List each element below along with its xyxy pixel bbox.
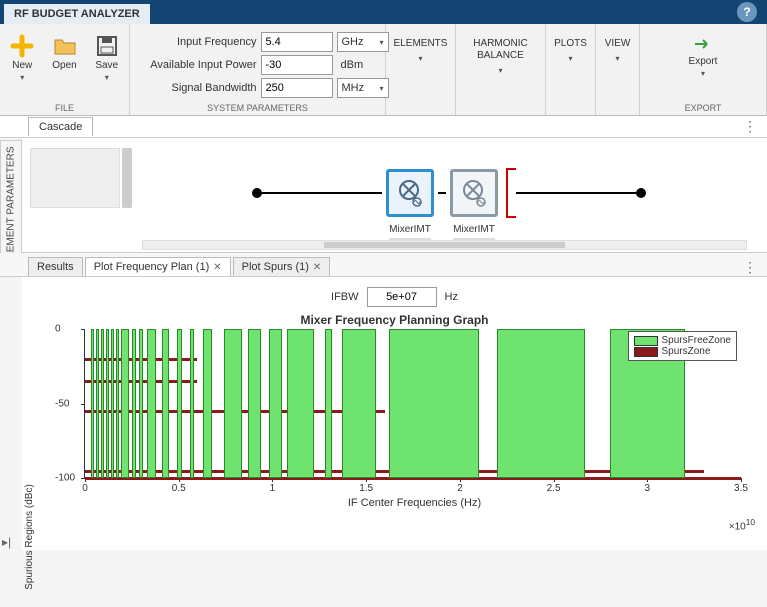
chain-output-node <box>636 188 646 198</box>
spurs-free-bar <box>147 329 156 478</box>
mixer-icon <box>395 178 425 208</box>
mixer-icon <box>459 178 489 208</box>
input-freq-label: Input Frequency <box>127 36 257 48</box>
toolstrip: New ▾ Open Save ▾ FILE Input Frequency G… <box>0 24 767 116</box>
cascade-tab-row: Cascade ⋮ <box>0 116 767 138</box>
x-axis-multiplier: ×1010 <box>729 517 755 532</box>
close-icon[interactable]: ✕ <box>313 262 321 273</box>
spurs-free-bar <box>106 329 110 478</box>
tab-freq-plan[interactable]: Plot Frequency Plan (1)✕ <box>85 257 231 276</box>
save-icon <box>95 34 119 58</box>
spurs-free-bar <box>190 329 194 478</box>
tab-spurs[interactable]: Plot Spurs (1)✕ <box>233 257 331 276</box>
help-icon[interactable]: ? <box>737 2 757 22</box>
spurs-free-bar <box>325 329 332 478</box>
folder-icon <box>53 34 77 58</box>
chart-axes: SpursFreeZone SpursZone 0-50-10000.511.5… <box>84 329 741 479</box>
elements-dropdown[interactable]: ELEMENTS ▾ <box>394 28 448 63</box>
chart-title: Mixer Frequency Planning Graph <box>38 313 751 327</box>
spurs-free-bar <box>177 329 183 478</box>
x-axis-label: IF Center Frequencies (Hz) <box>78 497 751 509</box>
spurs-free-bar <box>91 329 95 478</box>
spurs-free-bar <box>203 329 212 478</box>
spurs-free-bar <box>139 329 143 478</box>
export-icon <box>691 34 715 54</box>
spurs-free-bar <box>269 329 282 478</box>
ifbw-unit: Hz <box>445 291 458 303</box>
cascade-h-scrollbar[interactable] <box>142 240 747 250</box>
view-dropdown[interactable]: VIEW ▾ <box>605 28 631 63</box>
avail-power-field[interactable] <box>261 55 333 75</box>
spurs-free-bar <box>287 329 313 478</box>
mixer-block-1[interactable]: MixerIMT <box>386 169 434 217</box>
cascade-canvas: MixerIMT MixerIMT <box>22 138 767 253</box>
legend-spurs: SpursZone <box>662 346 711 357</box>
input-freq-field[interactable] <box>261 32 333 52</box>
avail-power-label: Available Input Power <box>127 59 257 71</box>
ifbw-label: IFBW <box>331 291 359 303</box>
chain-input-node <box>252 188 262 198</box>
spurs-free-bar <box>116 329 119 478</box>
export-group-label: EXPORT <box>685 103 722 113</box>
spurs-free-bar <box>121 329 129 478</box>
thumbnail-scrollbar[interactable] <box>122 148 132 208</box>
plot-tab-row: Results Plot Frequency Plan (1)✕ Plot Sp… <box>0 253 767 277</box>
spurs-free-bar <box>248 329 261 478</box>
tab-results[interactable]: Results <box>28 257 83 276</box>
output-bracket-icon <box>506 168 516 218</box>
plots-dropdown[interactable]: PLOTS ▾ <box>554 28 587 63</box>
bandwidth-label: Signal Bandwidth <box>127 82 257 94</box>
cascade-menu-icon[interactable]: ⋮ <box>743 118 757 135</box>
spurs-free-bar <box>224 329 243 478</box>
wire <box>262 192 382 194</box>
legend[interactable]: SpursFreeZone SpursZone <box>628 331 737 361</box>
plot-tab-menu-icon[interactable]: ⋮ <box>743 259 757 276</box>
spurs-free-bar <box>111 329 114 478</box>
spurs-free-bar <box>389 329 479 478</box>
element-parameters-sidebar[interactable]: ELEMENT PARAMETERS <box>0 140 22 270</box>
spurs-free-bar <box>497 329 585 478</box>
ifbw-field[interactable] <box>367 287 437 307</box>
y-axis-label: Spurious Regions (dBc) <box>24 467 35 607</box>
input-freq-unit[interactable]: GHz▾ <box>337 32 389 52</box>
cascade-thumbnail <box>30 148 120 208</box>
plot-panel: IFBW Hz Mixer Frequency Planning Graph S… <box>22 277 767 550</box>
tab-cascade[interactable]: Cascade <box>28 117 93 136</box>
collapse-handle-icon[interactable]: ▸| <box>2 535 11 549</box>
spurs-free-bar <box>96 329 99 478</box>
export-button[interactable]: Export ▾ <box>685 32 722 80</box>
spurs-free-bar <box>132 329 136 478</box>
save-button[interactable]: Save ▾ <box>91 32 123 84</box>
bandwidth-unit[interactable]: MHz▾ <box>337 78 389 98</box>
titlebar: RF BUDGET ANALYZER ? <box>0 0 767 24</box>
harmonic-balance-dropdown[interactable]: HARMONIC BALANCE ▾ <box>473 28 527 75</box>
mixer-block-2[interactable]: MixerIMT <box>450 169 498 217</box>
mixer-1-label: MixerIMT <box>389 224 431 235</box>
bandwidth-field[interactable] <box>261 78 333 98</box>
mixer-2-label: MixerIMT <box>453 224 495 235</box>
new-button[interactable]: New ▾ <box>6 32 38 84</box>
spurs-free-bar <box>162 329 169 478</box>
file-group-label: FILE <box>55 103 74 113</box>
app-title: RF BUDGET ANALYZER <box>4 4 150 24</box>
close-icon[interactable]: ✕ <box>213 262 221 273</box>
params-group-label: SYSTEM PARAMETERS <box>207 103 308 113</box>
open-button[interactable]: Open <box>48 32 80 73</box>
avail-power-unit: dBm <box>337 59 364 71</box>
spurs-free-bar <box>101 329 104 478</box>
plus-icon <box>10 34 34 58</box>
spurs-free-bar <box>342 329 376 478</box>
legend-spurs-free: SpursFreeZone <box>662 335 731 346</box>
